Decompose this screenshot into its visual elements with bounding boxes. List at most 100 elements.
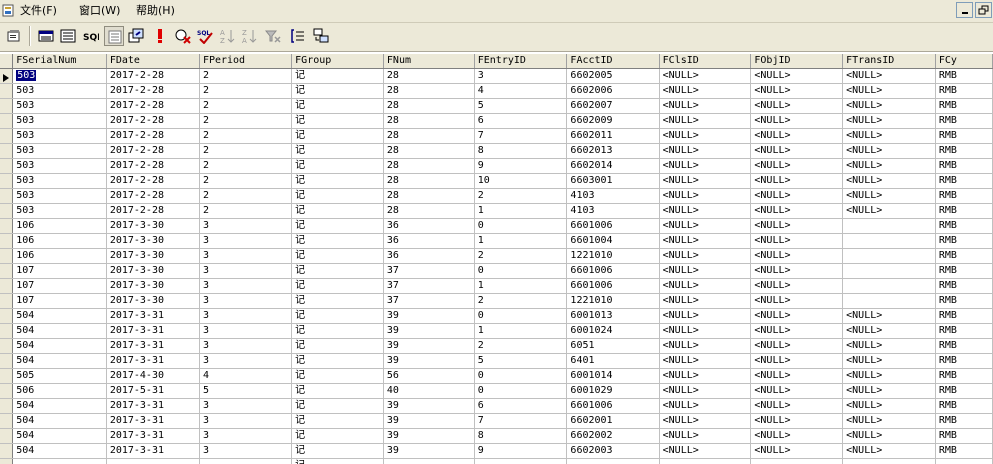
table-cell[interactable]: RMB [935,218,993,234]
table-cell[interactable]: <NULL> [659,248,752,264]
table-cell[interactable]: 504 [12,413,107,429]
table-row[interactable]: 503 2017-2-28 2 记 28 6 6602009 <NULL> <NULL> <NUL… [0,113,993,129]
table-cell[interactable]: <NULL> [842,158,936,174]
table-cell[interactable]: RMB [935,293,993,309]
table-cell[interactable]: 37 [383,263,475,279]
table-cell[interactable]: 记 [291,203,384,219]
table-cell[interactable]: 503 [12,158,107,174]
table-cell[interactable]: <NULL> [750,323,844,339]
table-cell[interactable]: 6401 [566,353,660,369]
table-cell[interactable]: 2 [199,68,293,84]
column-header[interactable]: FAcctID [566,54,660,69]
form-view-button[interactable] [58,26,78,46]
table-row[interactable]: 506 2017-5-31 5 记 40 0 6001029 <NULL> <NULL> <NUL… [0,383,993,399]
table-cell[interactable]: 记 [291,113,384,129]
table-cell[interactable]: 37 [383,278,475,294]
table-cell[interactable]: 4103 [566,203,660,219]
table-cell[interactable]: <NULL> [750,413,844,429]
table-cell[interactable]: RMB [935,248,993,264]
table-cell[interactable]: 2017-2-28 [106,143,200,159]
table-cell[interactable]: <NULL> [750,143,844,159]
table-cell[interactable]: <NULL> [842,143,936,159]
table-cell[interactable]: 106 [12,218,107,234]
table-cell[interactable]: RMB [935,158,993,174]
table-cell[interactable]: 2017-3-30 [106,248,200,264]
row-indicator[interactable] [0,323,14,339]
row-indicator[interactable] [0,338,14,354]
table-cell[interactable]: 2 [199,98,293,114]
table-row[interactable]: 107 2017-3-30 3 记 37 0 6601006 <NULL> <NULL> RMB [0,263,993,279]
table-cell[interactable]: 0 [474,263,568,279]
table-cell[interactable]: 36 [383,233,475,249]
row-indicator[interactable] [0,68,14,84]
table-cell[interactable]: 106 [12,248,107,264]
table-cell[interactable]: 39 [383,428,475,444]
table-cell[interactable] [842,278,936,294]
table-cell[interactable]: <NULL> [659,443,752,459]
table-cell[interactable]: <NULL> [659,128,752,144]
menu-help[interactable]: 帮助(H) [136,4,175,18]
table-cell[interactable]: 2 [199,113,293,129]
table-cell[interactable]: 6601004 [566,233,660,249]
table-cell[interactable]: 记 [291,323,384,339]
table-cell[interactable]: RMB [935,278,993,294]
table-cell[interactable]: 2017-5-31 [106,383,200,399]
table-cell[interactable]: 2 [474,248,568,264]
row-indicator[interactable] [0,368,14,384]
table-cell[interactable]: 6602005 [566,68,660,84]
table-cell[interactable]: 2 [199,203,293,219]
table-cell[interactable]: 记 [291,173,384,189]
row-indicator[interactable] [0,443,14,459]
new-row-button[interactable] [311,26,331,46]
column-header[interactable]: FPeriod [199,54,293,69]
table-cell[interactable]: 2 [199,83,293,99]
table-cell[interactable]: 记 [291,353,384,369]
table-cell[interactable]: 37 [383,293,475,309]
check-syntax-button[interactable]: SQL [195,26,215,46]
table-cell[interactable]: 504 [12,308,107,324]
table-cell[interactable]: <NULL> [842,173,936,189]
table-row[interactable]: 504 2017-3-31 3 记 39 0 6001013 <NULL> <NULL> <NUL… [0,308,993,324]
table-cell[interactable]: 记 [291,158,384,174]
table-cell[interactable]: RMB [935,443,993,459]
table-cell[interactable]: 2017-3-31 [106,308,200,324]
table-cell[interactable]: RMB [935,383,993,399]
table-row[interactable]: 106 2017-3-30 3 记 36 0 6601006 <NULL> <NULL> RMB [0,218,993,234]
row-indicator[interactable] [0,353,14,369]
table-cell[interactable]: 28 [383,188,475,204]
row-indicator[interactable] [0,308,14,324]
table-cell[interactable]: <NULL> [750,263,844,279]
table-cell[interactable]: <NULL> [659,113,752,129]
table-cell[interactable]: 2 [199,173,293,189]
table-cell[interactable]: <NULL> [842,338,936,354]
table-cell[interactable]: 1 [474,203,568,219]
table-cell[interactable]: 503 [12,188,107,204]
table-cell[interactable]: 28 [383,158,475,174]
table-cell[interactable]: <NULL> [842,413,936,429]
table-cell[interactable]: <NULL> [659,338,752,354]
row-indicator[interactable] [0,278,14,294]
table-cell[interactable]: 6 [474,398,568,414]
table-cell[interactable]: 记 [291,293,384,309]
table-cell[interactable]: <NULL> [750,338,844,354]
row-indicator[interactable] [0,128,14,144]
table-cell[interactable]: 6601006 [566,263,660,279]
table-cell[interactable]: 28 [383,143,475,159]
table-cell[interactable]: 2017-2-28 [106,98,200,114]
table-cell[interactable]: <NULL> [659,368,752,384]
table-cell[interactable] [566,458,660,464]
table-cell[interactable]: 0 [474,218,568,234]
table-cell[interactable]: 1221010 [566,248,660,264]
table-cell[interactable]: 6602006 [566,83,660,99]
table-cell[interactable]: 39 [383,443,475,459]
table-cell[interactable]: <NULL> [750,113,844,129]
table-cell[interactable]: 2 [199,158,293,174]
row-indicator[interactable] [0,398,14,414]
table-cell[interactable]: 504 [12,353,107,369]
table-cell[interactable]: 6001024 [566,323,660,339]
table-cell[interactable]: 6 [474,113,568,129]
table-cell[interactable]: 记 [291,128,384,144]
table-cell[interactable]: 39 [383,413,475,429]
table-cell[interactable]: RMB [935,308,993,324]
table-cell[interactable]: <NULL> [659,83,752,99]
